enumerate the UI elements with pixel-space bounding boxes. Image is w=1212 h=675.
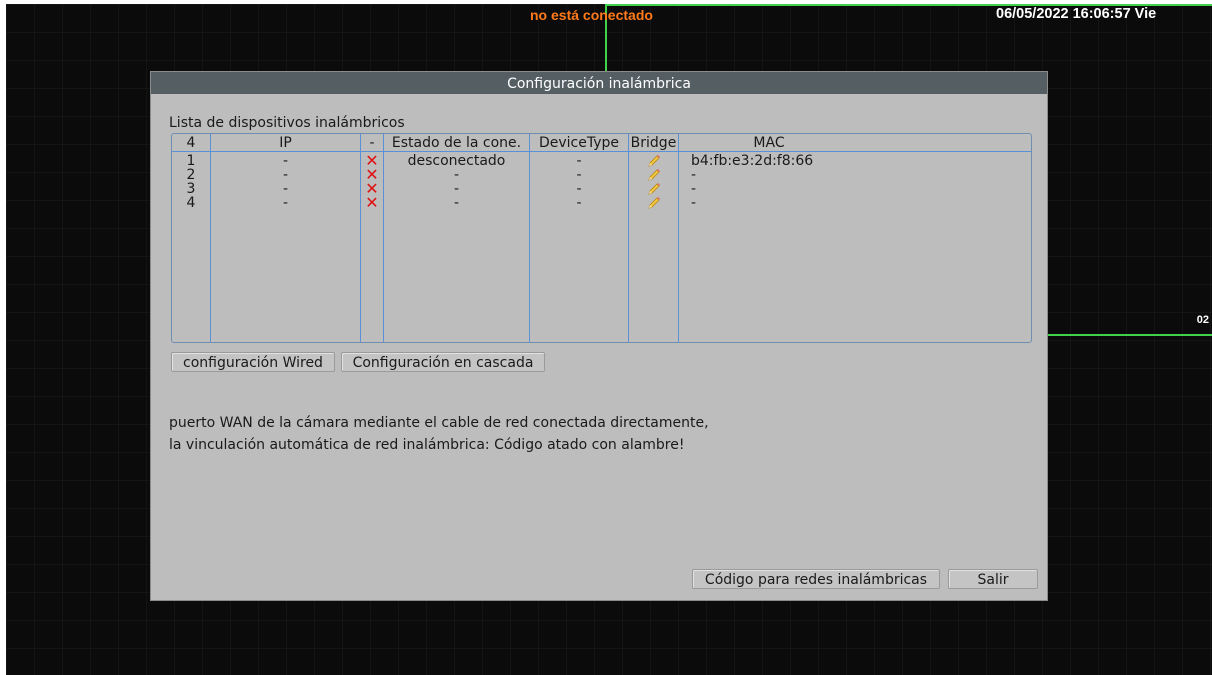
connection-status: no está conectado [530, 7, 653, 23]
row-state: - [453, 195, 460, 211]
row-mac: - [691, 195, 697, 211]
header-ip: IP [279, 135, 292, 151]
delete-icon[interactable]: ✕ [361, 195, 383, 211]
header-state: Estado de la cone. [391, 135, 522, 151]
header-devicetype: DeviceType [538, 135, 620, 151]
row-ip: - [282, 195, 289, 211]
wireless-config-dialog: Configuración inalámbrica Lista de dispo… [150, 71, 1048, 601]
header-count: 4 [186, 135, 196, 151]
row-devicetype: - [576, 195, 582, 211]
channel-number: 02 [1196, 314, 1209, 326]
device-list-label: Lista de dispositivos inalámbricos [169, 115, 405, 131]
header-divider [172, 151, 1031, 152]
header-delete: - [369, 135, 375, 151]
osd-datetime: 06/05/2022 16:06:57 Vie [996, 6, 1157, 22]
cascade-config-button[interactable]: Configuración en cascada [341, 352, 545, 372]
pencil-icon[interactable] [629, 195, 678, 211]
row-number: 4 [186, 195, 196, 211]
wired-config-button[interactable]: configuración Wired [171, 352, 335, 372]
info-message: puerto WAN de la cámara mediante el cabl… [169, 415, 709, 453]
dialog-title: Configuración inalámbrica [151, 72, 1047, 94]
wireless-code-button[interactable]: Código para redes inalámbricas [692, 569, 940, 589]
header-bridge: Bridge [630, 135, 677, 151]
device-table[interactable]: 4 IP - Estado de la cone. DeviceType Bri… [171, 133, 1032, 343]
header-mac: MAC [753, 135, 785, 151]
exit-button[interactable]: Salir [948, 569, 1038, 589]
